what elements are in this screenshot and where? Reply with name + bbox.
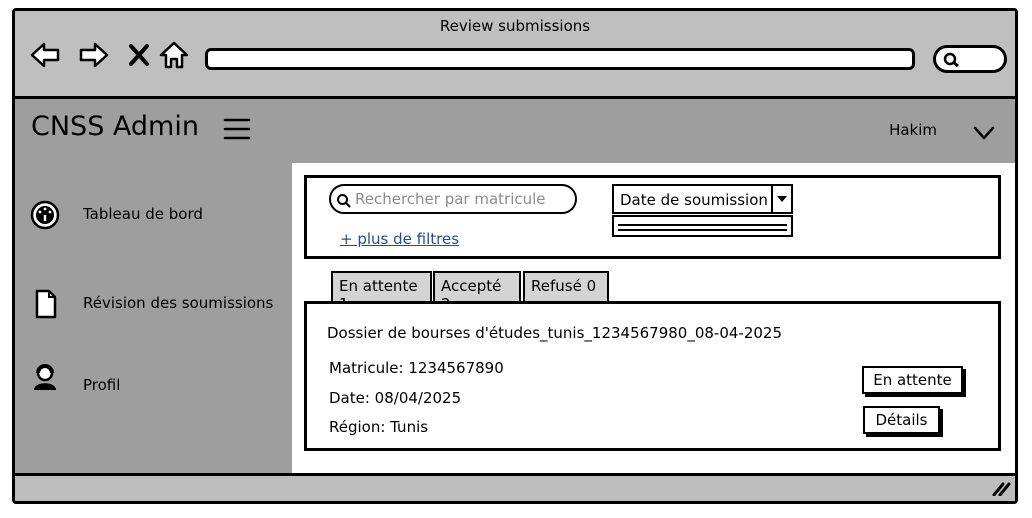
- window-title: Review submissions: [439, 17, 591, 35]
- browser-window: Review submissions CNSS Admin Hakim Tabl…: [12, 8, 1018, 504]
- document-icon: [35, 289, 57, 319]
- matricule-search-field[interactable]: [329, 184, 577, 214]
- user-name[interactable]: Hakim: [889, 121, 937, 139]
- user-headset-icon: [34, 364, 56, 390]
- submission-card: Dossier de bourses d'études_tunis_123456…: [304, 301, 1001, 451]
- more-filters-link[interactable]: + plus de filtres: [340, 230, 459, 248]
- dashboard-gauge-icon: [30, 200, 60, 230]
- app-header: CNSS Admin Hakim: [15, 99, 1015, 163]
- main-content: Date de soumission + plus de filtres En …: [292, 163, 1015, 473]
- close-icon[interactable]: [123, 39, 155, 71]
- home-icon[interactable]: [158, 39, 190, 71]
- submission-matricule: Matricule: 1234567890: [329, 359, 504, 377]
- sidebar-item-submissions-review[interactable]: Révision des soumissions: [15, 282, 292, 322]
- search-icon: [337, 194, 351, 208]
- tab-refused[interactable]: Refusé 0: [523, 271, 609, 301]
- url-bar[interactable]: [205, 48, 915, 70]
- sidebar: Tableau de bord Révision des soumissions…: [15, 163, 292, 473]
- submission-title: Dossier de bourses d'études_tunis_123456…: [327, 324, 783, 342]
- dropdown-option-placeholder: [618, 229, 787, 231]
- back-arrow-icon[interactable]: [29, 39, 61, 71]
- dropdown-arrow-icon[interactable]: [771, 186, 791, 212]
- app-title: CNSS Admin: [31, 111, 199, 142]
- sidebar-item-label: Tableau de bord: [83, 205, 203, 223]
- search-icon: [943, 52, 959, 68]
- tab-accepted[interactable]: Accepté 2: [433, 271, 521, 313]
- status-bar: [15, 473, 1015, 501]
- browser-search-button[interactable]: [933, 45, 1007, 73]
- sort-select-value: Date de soumission: [620, 191, 768, 209]
- chevron-down-icon[interactable]: [973, 125, 995, 141]
- tab-pending[interactable]: En attente 1: [331, 271, 432, 313]
- submission-region: Région: Tunis: [329, 418, 429, 436]
- resize-grip-icon[interactable]: [991, 482, 1011, 496]
- submission-date: Date: 08/04/2025: [329, 389, 462, 407]
- hamburger-icon[interactable]: [223, 116, 251, 142]
- forward-arrow-icon[interactable]: [78, 39, 110, 71]
- dropdown-option-placeholder: [618, 224, 787, 226]
- sidebar-item-dashboard[interactable]: Tableau de bord: [15, 193, 292, 233]
- sort-select[interactable]: Date de soumission: [612, 184, 793, 214]
- details-button[interactable]: Détails: [863, 406, 940, 434]
- sidebar-item-label: Profil: [83, 376, 121, 394]
- browser-chrome: Review submissions: [15, 11, 1015, 99]
- sidebar-item-label: Révision des soumissions: [83, 294, 274, 312]
- sort-dropdown-list[interactable]: [612, 215, 793, 237]
- status-button[interactable]: En attente: [862, 366, 963, 394]
- filter-panel: Date de soumission + plus de filtres: [304, 175, 1001, 259]
- matricule-search-input[interactable]: [355, 188, 571, 210]
- sidebar-item-profile[interactable]: Profil: [15, 364, 292, 404]
